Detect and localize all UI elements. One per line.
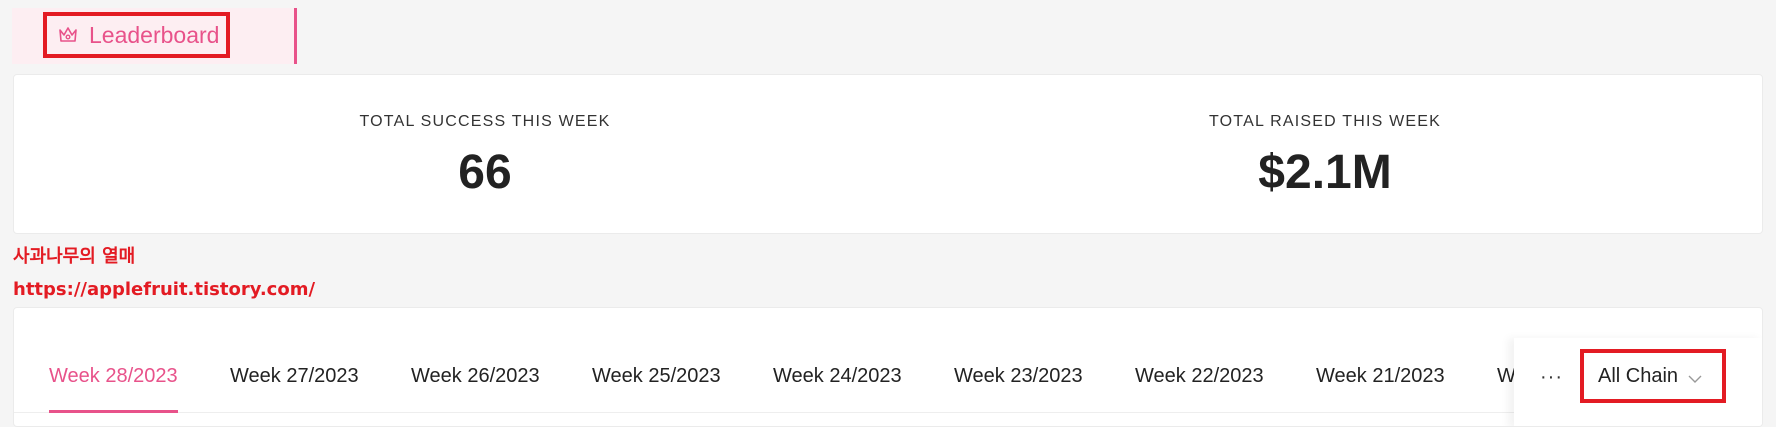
sidebar-item-leaderboard[interactable]: Leaderboard (12, 8, 297, 64)
tab-week-21-2023[interactable]: Week 21/2023 (1316, 365, 1445, 388)
more-tabs-button[interactable]: ··· (1540, 366, 1563, 389)
active-tab-underline (49, 410, 178, 413)
leaderboard-highlight-box: Leaderboard (43, 12, 230, 58)
chevron-down-icon (1688, 369, 1702, 383)
tab-label: Week 27/2023 (230, 365, 359, 387)
watermark-title: 사과나무의 열매 (13, 246, 136, 267)
crown-icon (57, 24, 79, 46)
week-tabs-card: Week 28/2023 Week 27/2023 Week 26/2023 W… (13, 307, 1763, 427)
tab-label: W (1497, 365, 1514, 387)
sidebar-item-label: Leaderboard (89, 21, 220, 48)
weekly-stats-card: TOTAL SUCCESS THIS WEEK 66 TOTAL RAISED … (13, 74, 1763, 234)
tab-label: Week 21/2023 (1316, 365, 1445, 387)
tab-week-23-2023[interactable]: Week 23/2023 (954, 365, 1083, 388)
stat-label: TOTAL SUCCESS THIS WEEK (359, 113, 611, 130)
tab-week-28-2023[interactable]: Week 28/2023 (49, 365, 178, 413)
chain-select[interactable]: All Chain (1580, 349, 1726, 403)
tab-label: Week 25/2023 (592, 365, 721, 387)
tab-label: Week 23/2023 (954, 365, 1083, 387)
tab-week-27-2023[interactable]: Week 27/2023 (230, 365, 359, 388)
tab-week-25-2023[interactable]: Week 25/2023 (592, 365, 721, 388)
tab-label: Week 26/2023 (411, 365, 540, 387)
watermark-url: https://applefruit.tistory.com/ (13, 279, 316, 300)
stat-value: $2.1M (1258, 146, 1392, 199)
tab-label: Week 28/2023 (49, 365, 178, 387)
tab-week-22-2023[interactable]: Week 22/2023 (1135, 365, 1264, 388)
stat-total-success: TOTAL SUCCESS THIS WEEK 66 (235, 113, 735, 200)
tab-label: Week 24/2023 (773, 365, 902, 387)
stat-value: 66 (458, 146, 512, 199)
tab-week-24-2023[interactable]: Week 24/2023 (773, 365, 902, 388)
tab-label: Week 22/2023 (1135, 365, 1264, 387)
tab-week-26-2023[interactable]: Week 26/2023 (411, 365, 540, 388)
active-indicator (294, 8, 297, 64)
tab-divider (14, 412, 1514, 413)
chain-select-value: All Chain (1598, 364, 1679, 387)
week-tab-strip: Week 28/2023 Week 27/2023 Week 26/2023 W… (14, 308, 1514, 414)
tab-week-truncated[interactable]: W (1497, 365, 1514, 388)
stat-total-raised: TOTAL RAISED THIS WEEK $2.1M (1075, 113, 1575, 200)
stat-label: TOTAL RAISED THIS WEEK (1208, 113, 1442, 130)
